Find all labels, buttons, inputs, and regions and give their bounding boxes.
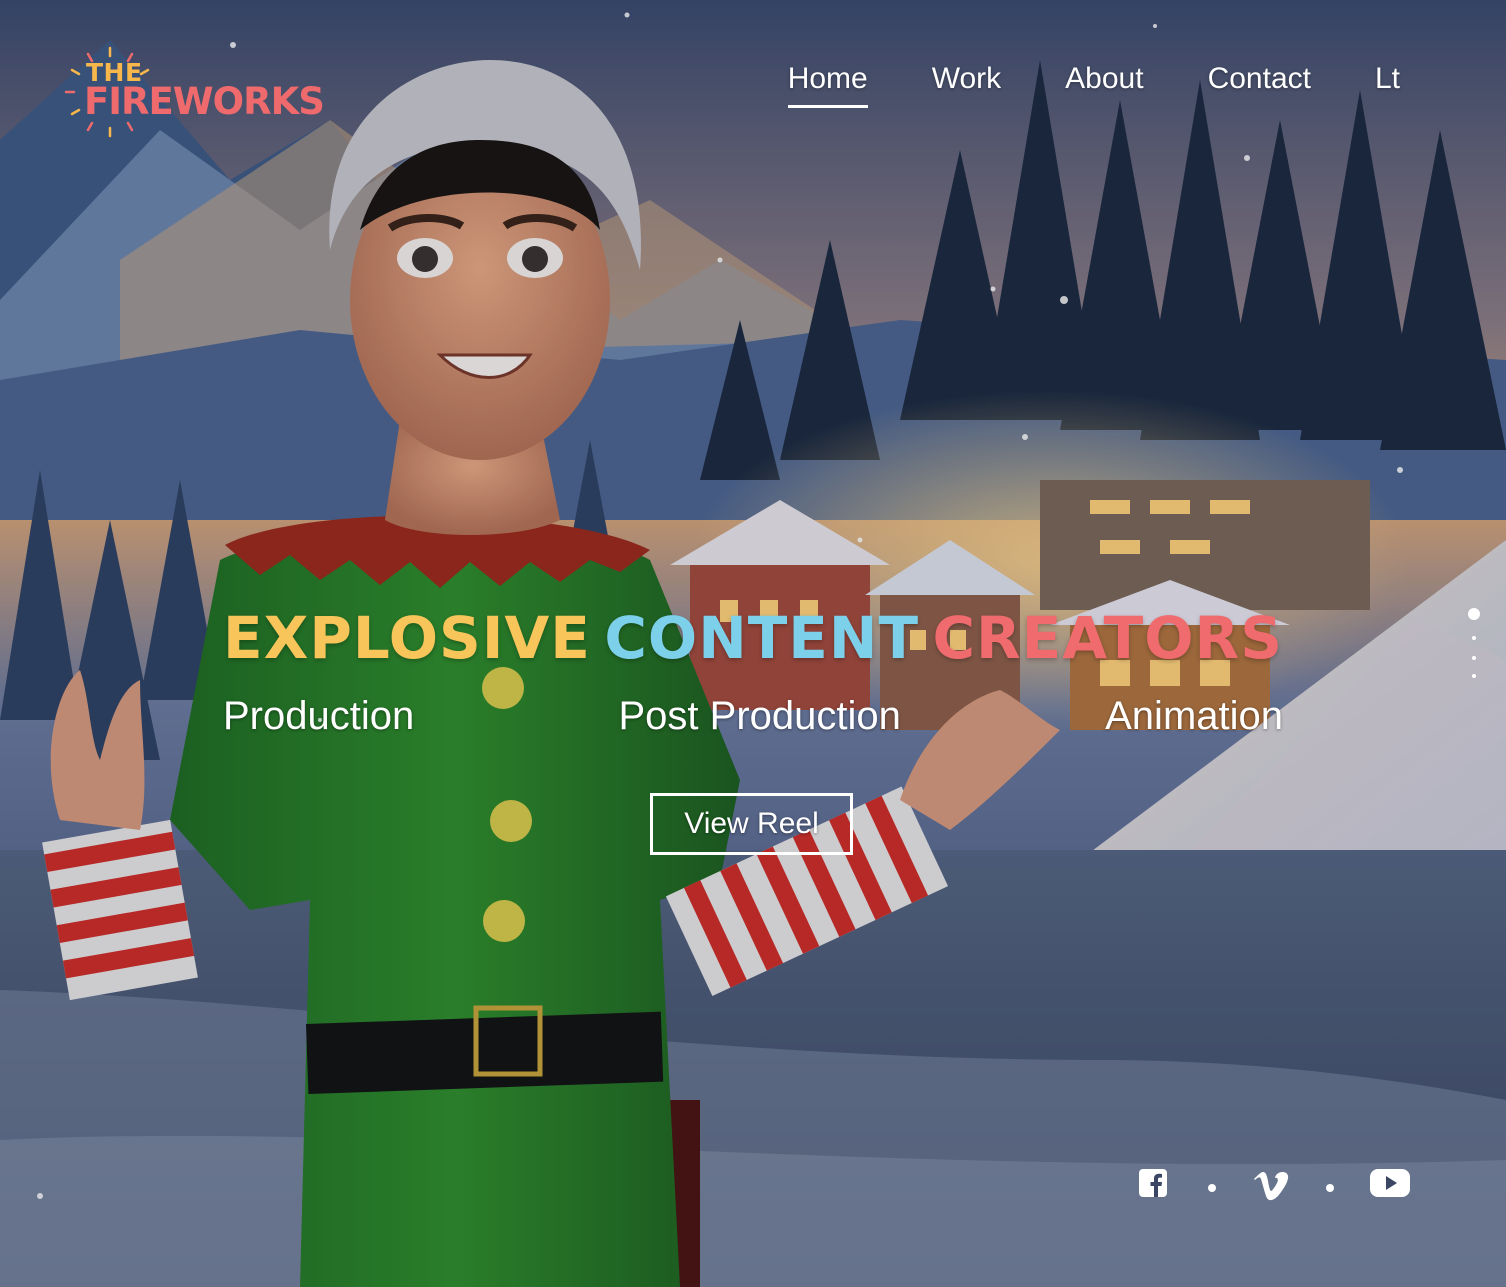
facebook-icon[interactable] xyxy=(1138,1168,1168,1198)
main-nav: Home Work About Contact Lt xyxy=(724,62,1400,108)
service-animation: Animation xyxy=(1105,694,1283,738)
nav-home[interactable]: Home xyxy=(787,62,868,108)
service-production: Production xyxy=(223,694,415,738)
social-links xyxy=(1134,1168,1424,1208)
brand-logo[interactable]: THE FIREWORKS xyxy=(60,42,340,142)
social-separator xyxy=(1326,1184,1334,1192)
nav-about[interactable]: About xyxy=(1065,62,1143,108)
slide-dot-active[interactable] xyxy=(1468,608,1480,620)
nav-contact[interactable]: Contact xyxy=(1208,62,1311,108)
vimeo-icon[interactable] xyxy=(1252,1168,1292,1202)
slide-dot[interactable] xyxy=(1472,674,1476,678)
headline-word-creators: CREATORS xyxy=(932,604,1283,672)
hero-services: Production Post Production Animation xyxy=(223,694,1283,739)
slider-pagination xyxy=(1466,606,1482,682)
headline-word-explosive: EXPLOSIVE xyxy=(223,604,591,672)
logo-text-fireworks: FIREWORKS xyxy=(84,80,325,123)
slide-dot[interactable] xyxy=(1472,636,1476,640)
service-post-production: Post Production xyxy=(618,694,901,738)
nav-language-lt[interactable]: Lt xyxy=(1375,62,1400,108)
headline-word-content: CONTENT xyxy=(604,604,920,672)
hero-headline: EXPLOSIVE CONTENT CREATORS xyxy=(223,604,1283,672)
slide-dot[interactable] xyxy=(1472,656,1476,660)
nav-work[interactable]: Work xyxy=(932,62,1001,108)
view-reel-button[interactable]: View Reel xyxy=(650,793,853,855)
youtube-icon[interactable] xyxy=(1370,1168,1410,1198)
social-separator xyxy=(1208,1184,1216,1192)
